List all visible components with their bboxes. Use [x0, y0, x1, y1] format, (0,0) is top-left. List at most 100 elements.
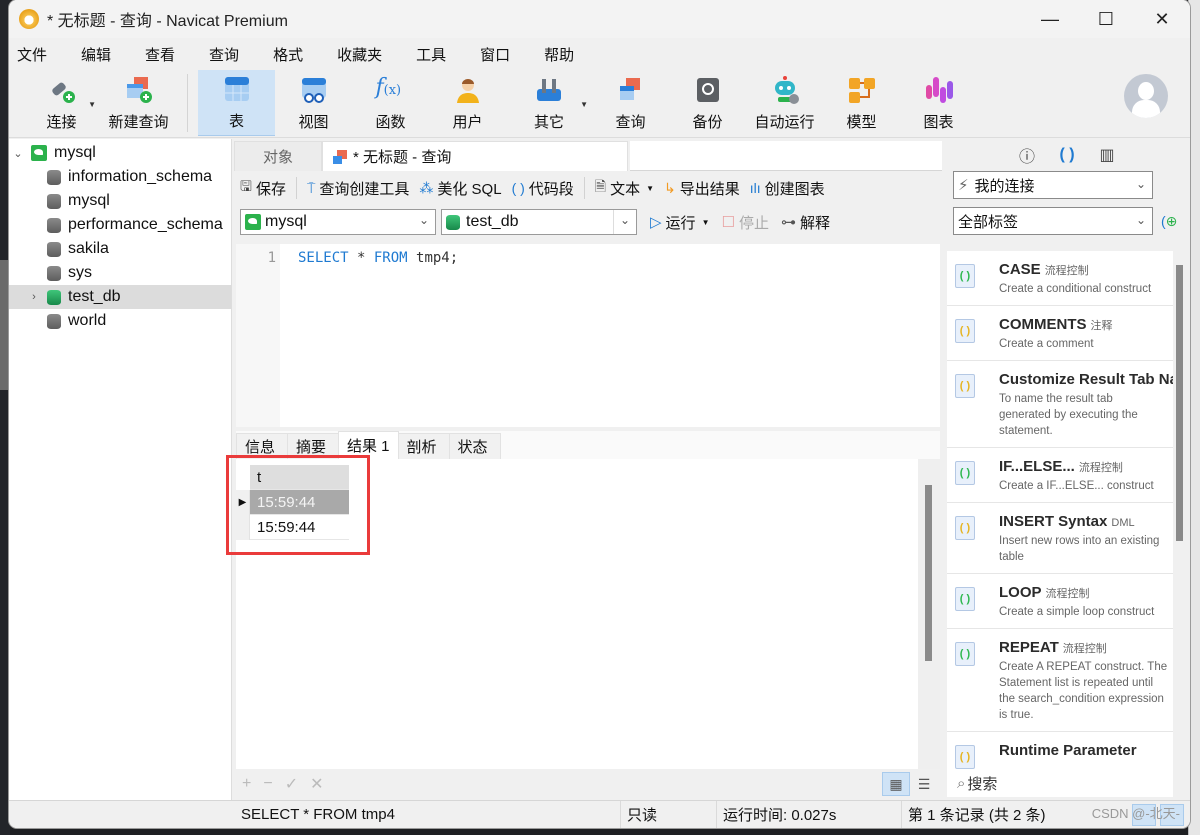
sql-code[interactable]: SELECT * FROM tmp4;: [298, 250, 458, 266]
connection-filter-select[interactable]: ⚡ 我的连接 ⌄: [953, 171, 1153, 199]
tab-objects[interactable]: 对象: [234, 141, 322, 171]
snippet-item[interactable]: ( ) CASE 流程控制 Create a conditional constr…: [947, 251, 1173, 306]
tree-db-mysql[interactable]: mysql: [9, 189, 231, 213]
toolbar-function-button[interactable]: f(x) 函数: [352, 70, 429, 136]
toolbar-new-query-button[interactable]: 新建查询: [100, 70, 177, 136]
toolbar-user-button[interactable]: 用户: [429, 70, 506, 136]
builder-icon: ⍑: [306, 179, 316, 196]
tree-db-performance-schema[interactable]: performance_schema: [9, 213, 231, 237]
other-dropdown-icon[interactable]: ▼: [580, 100, 588, 109]
toolbar-model-button[interactable]: 模型: [823, 70, 900, 136]
snippet-item[interactable]: ( ) REPEAT 流程控制 Create A REPEAT construct…: [947, 629, 1173, 732]
sql-editor[interactable]: 1 SELECT * FROM tmp4;: [236, 244, 940, 427]
table-row[interactable]: ▶ 15:59:44: [236, 490, 349, 515]
result-scrollbar[interactable]: [918, 459, 940, 769]
tab-result-1[interactable]: 结果 1: [338, 431, 399, 459]
toolbar-connect-button[interactable]: 连接 ▼: [23, 70, 100, 136]
tab-info[interactable]: 信息: [236, 433, 288, 459]
export-results-button[interactable]: ↳ 导出结果: [664, 178, 740, 199]
database-icon: [47, 169, 61, 185]
snippet-file-icon: ( ): [955, 642, 975, 666]
user-avatar[interactable]: [1124, 74, 1168, 118]
tab-status[interactable]: 状态: [448, 433, 501, 459]
add-record-button[interactable]: +: [242, 775, 251, 793]
grid-layout-icon[interactable]: ▥: [1097, 145, 1117, 165]
menu-view[interactable]: 查看: [145, 44, 187, 65]
chevron-right-icon[interactable]: ›: [27, 291, 41, 303]
form-view-button[interactable]: ☰: [910, 772, 938, 796]
table-row[interactable]: 15:59:44: [236, 515, 349, 540]
snippet-scrollbar-thumb[interactable]: [1176, 265, 1183, 541]
menu-format[interactable]: 格式: [273, 44, 315, 65]
maximize-button[interactable]: ☐: [1078, 0, 1134, 38]
model-icon: [847, 75, 877, 105]
snippet-item[interactable]: ( ) Customize Result Tab Name To name th…: [947, 361, 1173, 448]
database-icon: [47, 313, 61, 329]
database-select[interactable]: test_db ⌄: [441, 209, 637, 235]
discard-changes-button[interactable]: ✕: [310, 774, 323, 794]
connection-select[interactable]: mysql ⌄: [240, 209, 436, 235]
info-icon[interactable]: ⓘ: [1017, 143, 1037, 167]
toolbar-view-button[interactable]: 视图: [275, 70, 352, 136]
tree-db-world[interactable]: world: [9, 309, 231, 333]
delete-record-button[interactable]: −: [263, 775, 272, 793]
tree-db-information-schema[interactable]: information_schema: [9, 165, 231, 189]
tag-filter-select[interactable]: 全部标签 ⌄: [953, 207, 1153, 235]
text-mode-button[interactable]: 🗎 文本 ▼: [595, 176, 654, 200]
toolbar-automation-button[interactable]: 自动运行: [746, 70, 823, 136]
toolbar-backup-button[interactable]: 备份: [669, 70, 746, 136]
chevron-down-icon[interactable]: ⌄: [11, 147, 25, 160]
toolbar-other-button[interactable]: 其它 ▼: [506, 70, 592, 136]
document-icon: 🗎: [594, 178, 607, 194]
code-snippet-icon[interactable]: ( ): [1057, 146, 1077, 164]
snippet-item[interactable]: ( ) INSERT Syntax DML Insert new rows int…: [947, 503, 1173, 574]
connect-dropdown-icon[interactable]: ▼: [88, 100, 96, 109]
beautify-sql-button[interactable]: ⁂ 美化 SQL: [419, 178, 501, 199]
stop-button[interactable]: ☐ 停止: [721, 212, 768, 233]
tab-untitled-query[interactable]: * 无标题 - 查询: [322, 141, 628, 171]
save-button[interactable]: 🖫 保存: [240, 176, 286, 200]
create-chart-button[interactable]: ılı 创建图表: [750, 178, 825, 199]
result-grid-area: t ▶ 15:59:44 15:59:44: [236, 459, 940, 769]
grid-cell[interactable]: 15:59:44: [250, 490, 349, 515]
snippet-item[interactable]: ( ) Runtime Parameter: [947, 732, 1173, 771]
code-snippet-button[interactable]: ( ) 代码段: [512, 178, 574, 199]
tree-db-sys[interactable]: sys: [9, 261, 231, 285]
chart-icon: [924, 75, 954, 105]
run-button[interactable]: ▷ 运行 ▼: [650, 212, 709, 233]
minimize-button[interactable]: —: [1022, 0, 1078, 38]
snippet-item[interactable]: ( ) IF...ELSE... 流程控制 Create a IF...ELSE.…: [947, 448, 1173, 503]
snippet-item[interactable]: ( ) LOOP 流程控制 Create a simple loop constr…: [947, 574, 1173, 629]
menu-query[interactable]: 查询: [209, 44, 251, 65]
tree-db-sakila[interactable]: sakila: [9, 237, 231, 261]
apply-changes-button[interactable]: ✓: [285, 774, 298, 794]
grid-cell[interactable]: 15:59:44: [250, 515, 349, 540]
menu-favorites[interactable]: 收藏夹: [337, 44, 394, 65]
toolbar-query-button[interactable]: 查询: [592, 70, 669, 136]
close-button[interactable]: ✕: [1134, 0, 1190, 38]
stop-icon: ☐: [721, 214, 735, 231]
column-header-t[interactable]: t: [250, 465, 349, 490]
snippet-item[interactable]: ( ) COMMENTS 注释 Create a comment: [947, 306, 1173, 361]
menu-help[interactable]: 帮助: [544, 44, 586, 65]
toolbar-chart-button[interactable]: 图表: [900, 70, 977, 136]
grid-icon: ▦: [889, 775, 903, 792]
snippet-search-input[interactable]: ⌕ 搜索: [947, 769, 1173, 797]
menu-window[interactable]: 窗口: [480, 44, 522, 65]
menu-file[interactable]: 文件: [17, 44, 59, 65]
menu-tools[interactable]: 工具: [416, 44, 458, 65]
tab-summary[interactable]: 摘要: [287, 433, 339, 459]
query-builder-button[interactable]: ⍑ 查询创建工具: [307, 178, 409, 199]
explain-button[interactable]: ⊶ 解释: [781, 212, 830, 233]
connection-tree: ⌄ mysql information_schema mysql perform…: [9, 139, 232, 800]
menu-edit[interactable]: 编辑: [81, 44, 123, 65]
status-record: 第 1 条记录 (共 2 条): [908, 807, 1046, 824]
tree-connection-mysql[interactable]: ⌄ mysql: [9, 141, 231, 165]
play-icon: ▷: [650, 214, 662, 231]
tree-db-test-db[interactable]: › test_db: [9, 285, 231, 309]
scrollbar-thumb[interactable]: [925, 485, 932, 661]
grid-view-button[interactable]: ▦: [882, 772, 910, 796]
toolbar-table-button[interactable]: 表: [198, 70, 275, 136]
add-snippet-icon[interactable]: (⊕: [1161, 213, 1177, 230]
tab-profile[interactable]: 剖析: [397, 433, 450, 459]
